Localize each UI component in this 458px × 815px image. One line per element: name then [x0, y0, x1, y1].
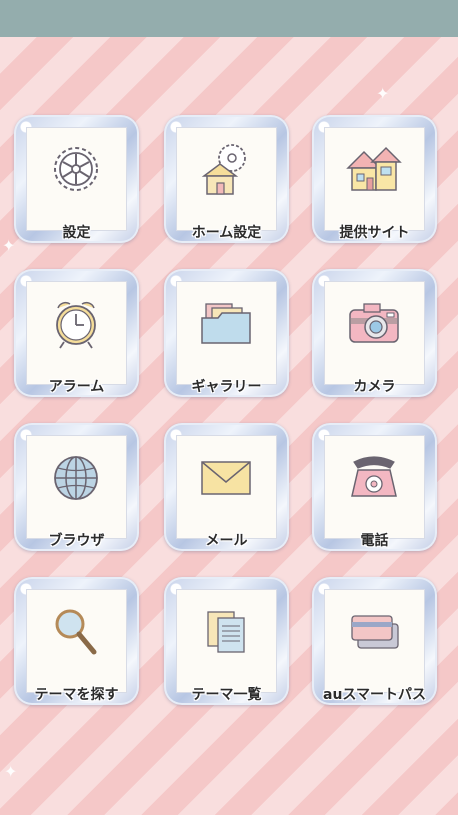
tile-au-smart-pass[interactable]: auスマートパス [312, 577, 437, 705]
sparkle-icon: ✦ [4, 762, 18, 781]
house-icon [346, 146, 402, 191]
tile-label: 提供サイト [339, 225, 410, 241]
camera-icon [349, 303, 399, 343]
tile-browser[interactable]: ブラウザ [14, 423, 139, 551]
tile-label: 電話 [360, 533, 389, 549]
sparkle-icon: ✦ [376, 84, 390, 103]
envelope-icon [201, 461, 251, 495]
alarm-clock-icon [56, 301, 96, 349]
telephone-icon [351, 456, 397, 497]
tile-label: テーマを探す [34, 687, 119, 703]
tile-settings[interactable]: 設定 [14, 115, 139, 243]
gear-icon [54, 147, 98, 191]
tile-phone[interactable]: 電話 [312, 423, 437, 551]
tile-label: ブラウザ [48, 533, 105, 549]
cards-icon [351, 615, 399, 649]
tile-label: テーマ一覧 [191, 687, 262, 703]
tile-alarm[interactable]: アラーム [14, 269, 139, 397]
magnifier-icon [55, 609, 97, 655]
tile-label: auスマートパス [323, 687, 426, 703]
tile-camera[interactable]: カメラ [312, 269, 437, 397]
tile-home-settings[interactable]: ホーム設定 [164, 115, 289, 243]
folder-icon [201, 303, 251, 344]
tile-label: ギャラリー [191, 379, 262, 395]
status-bar [0, 0, 458, 37]
tile-label: 設定 [62, 225, 91, 241]
tile-label: カメラ [353, 379, 396, 395]
globe-icon [54, 456, 98, 500]
tile-gallery[interactable]: ギャラリー [164, 269, 289, 397]
tile-mail[interactable]: メール [164, 423, 289, 551]
tile-provided-site[interactable]: 提供サイト [312, 115, 437, 243]
documents-icon [207, 611, 245, 653]
tile-label: アラーム [48, 379, 105, 395]
home-settings-icon [201, 144, 246, 195]
tile-theme-list[interactable]: テーマ一覧 [164, 577, 289, 705]
tile-find-theme[interactable]: テーマを探す [14, 577, 139, 705]
tile-label: ホーム設定 [191, 225, 262, 241]
tile-label: メール [205, 533, 248, 549]
